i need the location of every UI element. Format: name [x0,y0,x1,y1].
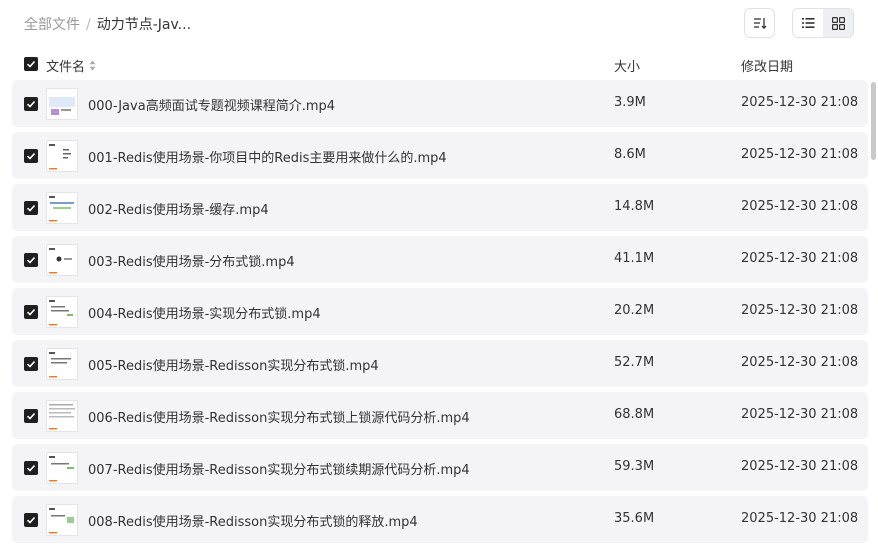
file-list-header: 文件名 大小 修改日期 [0,48,878,80]
select-all-checkbox[interactable] [24,57,38,71]
file-row[interactable]: 007-Redis使用场景-Redisson实现分布式锁续期源代码分析.mp4 5… [12,444,868,491]
grid-view-icon [831,16,845,30]
video-thumbnail[interactable] [46,452,78,484]
checkmark-icon [26,100,36,108]
checkmark-icon [26,464,36,472]
file-size: 35.6M [614,511,655,526]
file-modified-date: 2025-12-30 21:08 [741,303,859,318]
file-name[interactable]: 000-Java高频面试专题视频课程简介.mp4 [88,95,335,114]
view-toggle [792,8,854,38]
column-header-name-label: 文件名 [46,60,86,75]
file-name[interactable]: 002-Redis使用场景-缓存.mp4 [88,199,269,218]
file-row[interactable]: 000-Java高频面试专题视频课程简介.mp4 3.9M 2025-12-30 2… [12,80,868,127]
checkmark-icon [26,256,36,264]
sort-button[interactable] [744,8,775,38]
file-size: 14.8M [614,199,655,214]
video-thumbnail[interactable] [46,504,78,536]
file-modified-date: 2025-12-30 21:08 [741,95,859,110]
file-row[interactable]: 008-Redis使用场景-Redisson实现分布式锁的释放.mp4 35.6M… [12,496,868,543]
row-checkbox[interactable] [24,97,38,111]
file-size: 59.3M [614,459,655,474]
file-modified-date: 2025-12-30 21:08 [741,199,859,214]
column-header-size[interactable]: 大小 [614,56,640,75]
file-name[interactable]: 005-Redis使用场景-Redisson实现分布式锁.mp4 [88,355,379,374]
file-size: 68.8M [614,407,655,422]
scrollbar-thumb[interactable] [871,82,876,160]
video-thumbnail[interactable] [46,348,78,380]
file-modified-date: 2025-12-30 21:08 [741,251,859,266]
file-name[interactable]: 007-Redis使用场景-Redisson实现分布式锁续期源代码分析.mp4 [88,459,470,478]
checkmark-icon [26,152,36,160]
column-header-date[interactable]: 修改日期 [741,56,793,75]
row-checkbox[interactable] [24,149,38,163]
file-name[interactable]: 001-Redis使用场景-你项目中的Redis主要用来做什么的.mp4 [88,147,447,166]
file-modified-date: 2025-12-30 21:08 [741,355,859,370]
breadcrumb-current: 动力节点-Jav... [96,17,192,33]
file-row[interactable]: 003-Redis使用场景-分布式锁.mp4 41.1M 2025-12-30 21… [12,236,868,283]
breadcrumb-root[interactable]: 全部文件 [24,17,80,33]
file-modified-date: 2025-12-30 21:08 [741,147,859,162]
row-checkbox[interactable] [24,513,38,527]
column-header-name[interactable]: 文件名 [46,56,96,75]
file-modified-date: 2025-12-30 21:08 [741,459,859,474]
video-thumbnail[interactable] [46,192,78,224]
checkmark-icon [26,516,36,524]
video-thumbnail[interactable] [46,296,78,328]
video-thumbnail[interactable] [46,244,78,276]
checkmark-icon [26,308,36,316]
video-thumbnail[interactable] [46,88,78,120]
row-checkbox[interactable] [24,357,38,371]
sort-arrows-icon [89,60,96,71]
row-checkbox[interactable] [24,409,38,423]
breadcrumb: 全部文件 / 动力节点-Jav... [24,14,191,34]
file-modified-date: 2025-12-30 21:08 [741,407,859,422]
row-checkbox[interactable] [24,201,38,215]
list-view-icon [801,18,814,28]
checkmark-icon [26,60,36,68]
grid-view-button[interactable] [823,9,853,37]
row-checkbox[interactable] [24,253,38,267]
file-size: 52.7M [614,355,655,370]
checkmark-icon [26,412,36,420]
video-thumbnail[interactable] [46,400,78,432]
breadcrumb-separator: / [86,17,91,33]
file-name[interactable]: 004-Redis使用场景-实现分布式锁.mp4 [88,303,321,322]
file-name[interactable]: 003-Redis使用场景-分布式锁.mp4 [88,251,295,270]
file-name[interactable]: 008-Redis使用场景-Redisson实现分布式锁的释放.mp4 [88,511,418,530]
file-row[interactable]: 005-Redis使用场景-Redisson实现分布式锁.mp4 52.7M 202… [12,340,868,387]
sort-icon [753,18,766,30]
top-bar: 全部文件 / 动力节点-Jav... [0,0,878,48]
row-checkbox[interactable] [24,461,38,475]
file-size: 8.6M [614,147,646,162]
file-size: 41.1M [614,251,655,266]
checkmark-icon [26,204,36,212]
file-modified-date: 2025-12-30 21:08 [741,511,859,526]
checkmark-icon [26,360,36,368]
file-row[interactable]: 002-Redis使用场景-缓存.mp4 14.8M 2025-12-30 21:0… [12,184,868,231]
file-row[interactable]: 006-Redis使用场景-Redisson实现分布式锁上锁源代码分析.mp4 6… [12,392,868,439]
file-name[interactable]: 006-Redis使用场景-Redisson实现分布式锁上锁源代码分析.mp4 [88,407,470,426]
row-checkbox[interactable] [24,305,38,319]
list-view-button[interactable] [793,9,823,37]
file-row[interactable]: 004-Redis使用场景-实现分布式锁.mp4 20.2M 2025-12-30 … [12,288,868,335]
file-size: 20.2M [614,303,655,318]
file-size: 3.9M [614,95,646,110]
file-row[interactable]: 001-Redis使用场景-你项目中的Redis主要用来做什么的.mp4 8.6M… [12,132,868,179]
video-thumbnail[interactable] [46,140,78,172]
